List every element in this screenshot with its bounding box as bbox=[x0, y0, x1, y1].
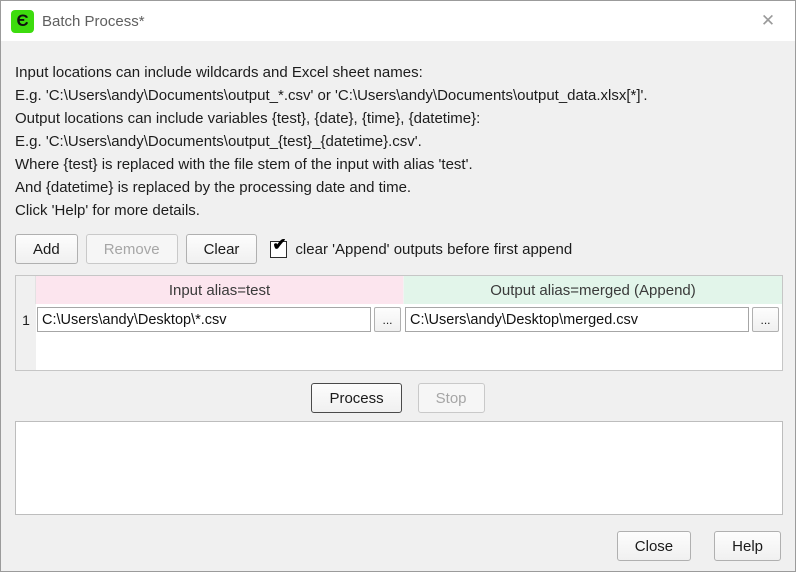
clear-append-checkbox-label: clear 'Append' outputs before first appe… bbox=[295, 241, 572, 258]
input-location-cell: ... bbox=[36, 304, 404, 335]
checkmark-icon: ✔ bbox=[272, 236, 286, 253]
stop-button[interactable]: Stop bbox=[418, 383, 485, 413]
clear-append-checkbox[interactable]: ✔ bbox=[270, 241, 287, 258]
close-window-icon[interactable]: ✕ bbox=[751, 6, 785, 36]
output-browse-button[interactable]: ... bbox=[752, 307, 779, 332]
batch-process-dialog: Є Batch Process* ✕ Input locations can i… bbox=[0, 0, 796, 572]
log-output-area[interactable] bbox=[15, 421, 783, 515]
toolbar: Add Remove Clear ✔ clear 'Append' output… bbox=[15, 234, 781, 264]
row-number-gutter bbox=[16, 335, 36, 370]
input-location-field[interactable] bbox=[37, 307, 371, 332]
input-browse-button[interactable]: ... bbox=[374, 307, 401, 332]
table-row: 1 ... ... bbox=[16, 304, 782, 335]
clear-append-checkbox-group: ✔ clear 'Append' outputs before first ap… bbox=[270, 241, 572, 258]
instruction-line: Click 'Help' for more details. bbox=[15, 199, 781, 222]
clear-button[interactable]: Clear bbox=[186, 234, 258, 264]
close-button[interactable]: Close bbox=[617, 531, 691, 561]
help-button[interactable]: Help bbox=[714, 531, 781, 561]
process-button[interactable]: Process bbox=[311, 383, 401, 413]
row-number-header bbox=[16, 276, 36, 304]
output-column-header[interactable]: Output alias=merged (Append) bbox=[404, 276, 782, 304]
input-column-header[interactable]: Input alias=test bbox=[36, 276, 404, 304]
app-logo-icon: Є bbox=[11, 10, 34, 33]
instruction-line: E.g. 'C:\Users\andy\Documents\output_{te… bbox=[15, 130, 781, 153]
process-controls: Process Stop bbox=[1, 383, 795, 413]
output-location-field[interactable] bbox=[405, 307, 749, 332]
add-button[interactable]: Add bbox=[15, 234, 78, 264]
footer-buttons: Close Help bbox=[15, 531, 781, 561]
instruction-line: E.g. 'C:\Users\andy\Documents\output_*.c… bbox=[15, 84, 781, 107]
title-bar: Є Batch Process* ✕ bbox=[1, 1, 795, 41]
instructions-block: Input locations can include wildcards an… bbox=[15, 61, 781, 222]
output-location-cell: ... bbox=[404, 304, 782, 335]
remove-button[interactable]: Remove bbox=[86, 234, 178, 264]
row-number-cell: 1 bbox=[16, 304, 36, 335]
instruction-line: Where {test} is replaced with the file s… bbox=[15, 153, 781, 176]
instruction-line: And {datetime} is replaced by the proces… bbox=[15, 176, 781, 199]
instruction-line: Output locations can include variables {… bbox=[15, 107, 781, 130]
table-header-row: Input alias=test Output alias=merged (Ap… bbox=[16, 276, 782, 304]
batch-jobs-table: Input alias=test Output alias=merged (Ap… bbox=[15, 275, 783, 371]
table-empty-area bbox=[16, 335, 782, 370]
instruction-line: Input locations can include wildcards an… bbox=[15, 61, 781, 84]
window-title: Batch Process* bbox=[42, 13, 145, 30]
